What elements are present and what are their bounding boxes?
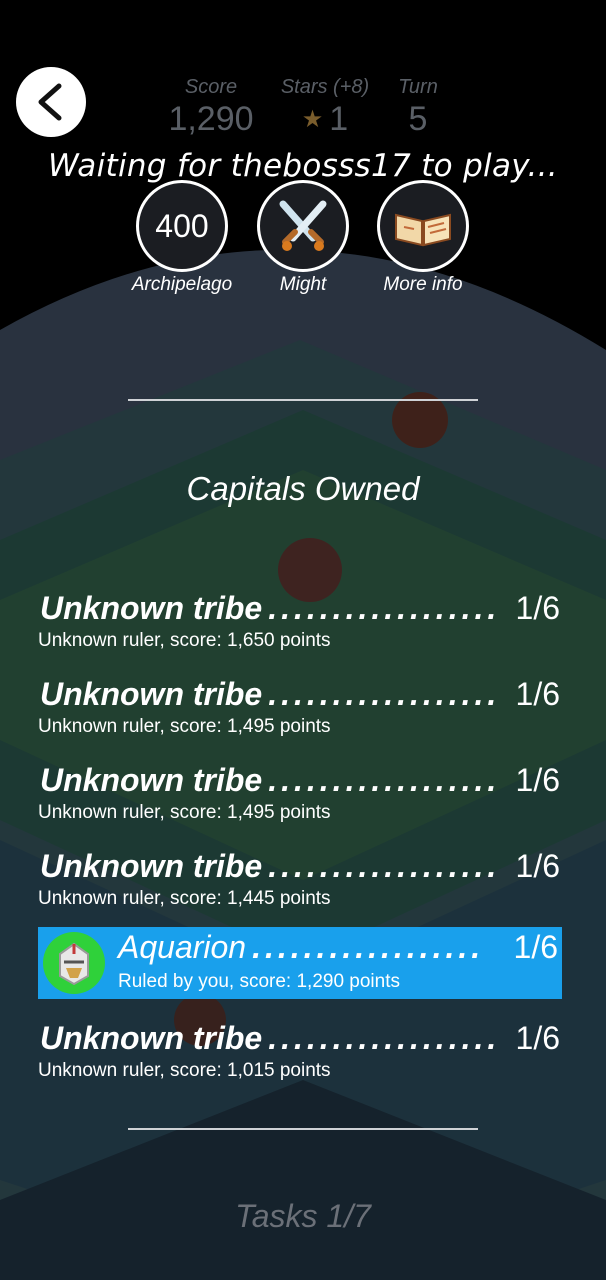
turn-label: Turn — [398, 76, 438, 98]
capitals-owned: 1/6 — [515, 590, 560, 626]
book-icon — [395, 213, 451, 247]
tribe-name: Unknown tribe — [40, 1020, 263, 1056]
stars-stat: Stars (+8) ★ 1 — [276, 76, 374, 138]
bottom-divider — [128, 1128, 478, 1130]
knight-helmet-icon — [59, 942, 89, 986]
more-info-circle — [377, 180, 469, 272]
score-stat: Score 1,290 — [165, 76, 257, 137]
might-caption: Might — [279, 274, 327, 295]
avatar — [43, 932, 105, 994]
tribe-detail: Unknown ruler, score: 1,650 points — [38, 630, 331, 651]
back-button[interactable] — [16, 67, 86, 137]
turn-value: 5 — [408, 100, 428, 138]
archipelago-badge[interactable]: 400 Archipelago — [122, 180, 242, 296]
more-info-badge[interactable]: More info — [363, 180, 483, 296]
capitals-owned: 1/6 — [515, 676, 560, 712]
turn-stat: Turn 5 — [392, 76, 444, 137]
own-tribe-row[interactable]: Aquarion.................. 1/6 Ruled by y… — [38, 927, 562, 999]
capitals-owned: 1/6 — [515, 1020, 560, 1056]
tribe-detail: Unknown ruler, score: 1,445 points — [38, 888, 331, 909]
capitals-owned: 1/6 — [515, 762, 560, 798]
leader-dots: .................. — [268, 676, 501, 712]
tribe-row[interactable]: Unknown tribe.................. 1/6 Unkno… — [38, 590, 562, 662]
tribe-row[interactable]: Unknown tribe.................. 1/6 Unkno… — [38, 676, 562, 748]
tribe-detail: Unknown ruler, score: 1,495 points — [38, 716, 331, 737]
tribe-row[interactable]: Unknown tribe.................. 1/6 Unkno… — [38, 762, 562, 834]
leader-dots: .................. — [268, 762, 501, 798]
top-divider — [128, 399, 478, 401]
archipelago-caption: Archipelago — [131, 274, 233, 295]
chevron-left-icon — [38, 83, 62, 121]
might-badge[interactable]: Might — [243, 180, 363, 296]
tasks-tab[interactable]: Tasks 1/7 — [0, 1198, 606, 1235]
tribe-row[interactable]: Unknown tribe.................. 1/6 Unkno… — [38, 1020, 562, 1092]
star-icon: ★ — [301, 106, 324, 133]
tribe-name: Unknown tribe — [40, 848, 263, 884]
tribe-name: Unknown tribe — [40, 676, 263, 712]
stars-value: 1 — [329, 100, 349, 138]
leader-dots: .................. — [268, 848, 501, 884]
capitals-owned: 1/6 — [513, 929, 558, 965]
score-value: 1,290 — [168, 100, 254, 138]
stars-label: Stars (+8) — [280, 76, 370, 98]
tribe-row[interactable]: Unknown tribe.................. 1/6 Unkno… — [38, 848, 562, 920]
score-label: Score — [184, 76, 238, 98]
tribe-detail: Ruled by you, score: 1,290 points — [118, 971, 401, 992]
crossed-swords-icon — [279, 200, 327, 251]
might-circle — [257, 180, 349, 272]
more-info-caption: More info — [383, 274, 463, 295]
section-title: Capitals Owned — [186, 470, 420, 507]
leader-dots: .................. — [252, 929, 485, 965]
waiting-message: Waiting for thebosss17 to play... — [48, 148, 558, 184]
tribe-detail: Unknown ruler, score: 1,495 points — [38, 802, 331, 823]
tribe-name: Unknown tribe — [40, 762, 263, 798]
capitals-owned: 1/6 — [515, 848, 560, 884]
tribe-name: Unknown tribe — [40, 590, 263, 626]
tribe-name: Aquarion — [118, 929, 247, 965]
leader-dots: .................. — [268, 590, 501, 626]
leader-dots: .................. — [268, 1020, 501, 1056]
tribe-detail: Unknown ruler, score: 1,015 points — [38, 1060, 331, 1081]
score-circle: 400 — [136, 180, 228, 272]
